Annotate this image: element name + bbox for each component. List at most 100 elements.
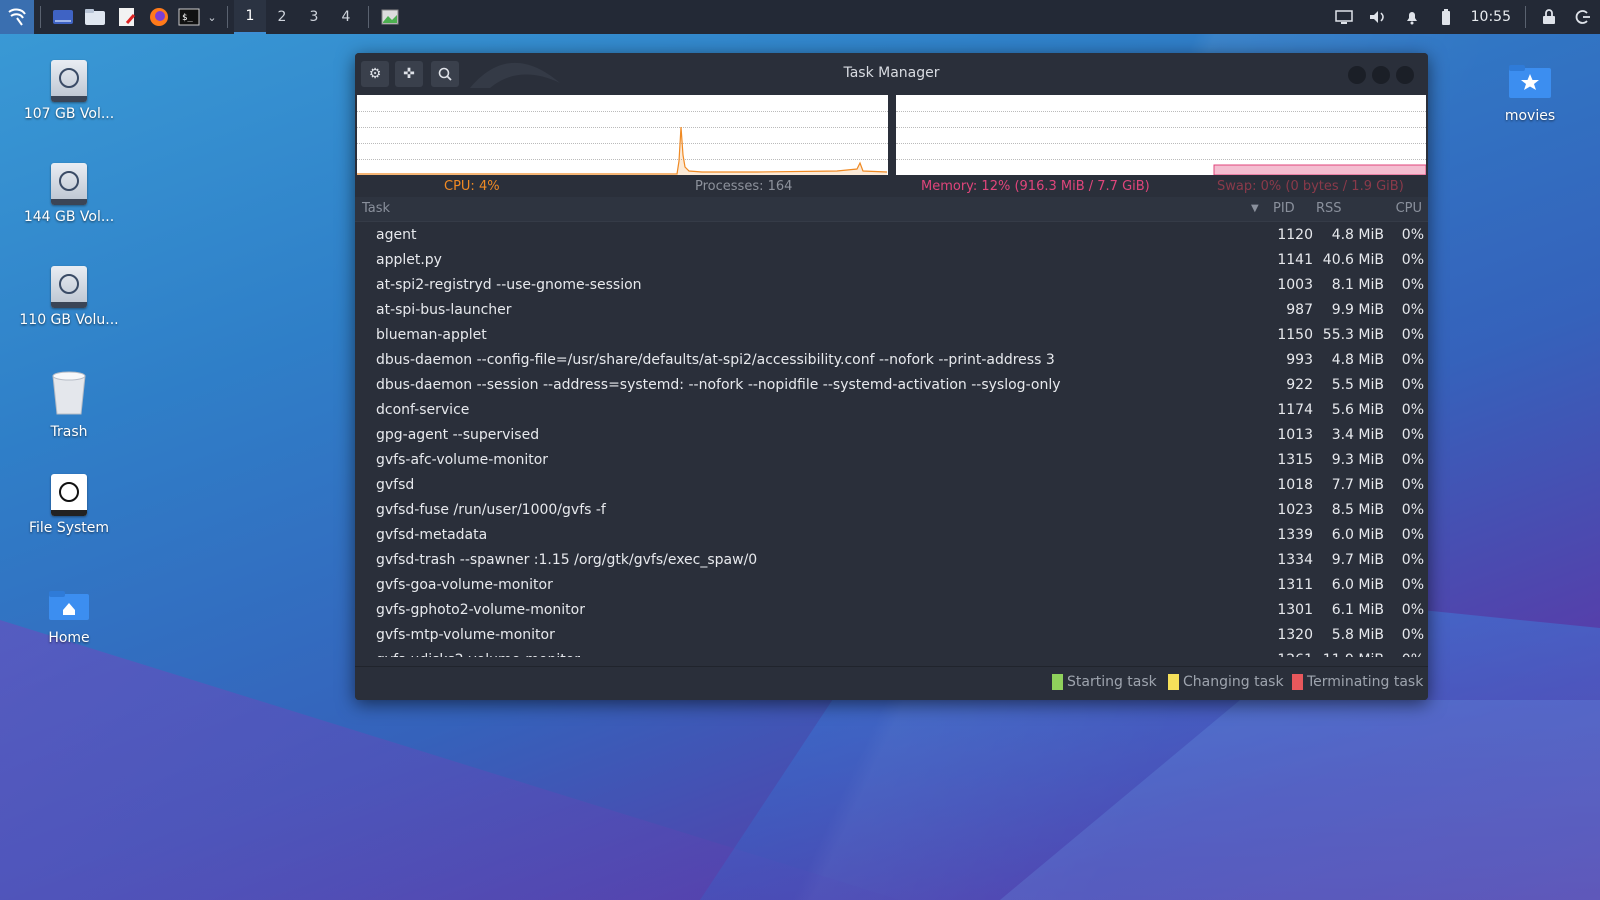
table-row[interactable]: gvfsd-trash --spawner :1.15 /org/gtk/gvf… (355, 548, 1428, 573)
desktop-home[interactable]: Home (14, 588, 124, 646)
rss-cell: 55.3 MiB (1322, 327, 1384, 343)
window-titlebar[interactable]: ⚙ ✜ Task Manager (355, 53, 1428, 95)
table-row[interactable]: gvfsd-fuse /run/user/1000/gvfs -f 1023 8.5… (355, 498, 1428, 523)
volume-icon[interactable] (1361, 0, 1395, 34)
memory-graph (895, 95, 1426, 175)
table-row[interactable]: at-spi-bus-launcher 987 9.9 MiB 0% (355, 298, 1428, 323)
pid-cell: 993 (1286, 352, 1313, 368)
workspace-label: 4 (341, 9, 351, 25)
image-viewer-icon[interactable] (375, 0, 405, 34)
table-row[interactable]: agent 1120 4.8 MiB 0% (355, 223, 1428, 248)
minimize-button[interactable] (1348, 66, 1366, 84)
desktop-movies-folder[interactable]: movies (1475, 62, 1585, 124)
workspace-1[interactable]: 1 (234, 0, 266, 34)
rss-cell: 4.8 MiB (1331, 352, 1384, 368)
pid-cell: 1150 (1277, 327, 1313, 343)
home-folder-icon (49, 591, 89, 620)
cpu-cell: 0% (1401, 352, 1424, 368)
table-row[interactable]: applet.py 1141 40.6 MiB 0% (355, 248, 1428, 273)
table-row[interactable]: dbus-daemon --session --address=systemd:… (355, 373, 1428, 398)
table-row[interactable]: gvfsd 1018 7.7 MiB 0% (355, 473, 1428, 498)
task-cell: blueman-applet (376, 327, 487, 343)
table-row[interactable]: blueman-applet 1150 55.3 MiB 0% (355, 323, 1428, 348)
pid-cell: 1013 (1277, 427, 1313, 443)
file-manager-icon[interactable] (79, 0, 111, 34)
pid-cell: 1339 (1277, 527, 1313, 543)
pid-cell: 1315 (1277, 452, 1313, 468)
sort-chevron-down-icon[interactable]: ▼ (1251, 203, 1259, 214)
cpu-cell: 0% (1401, 502, 1424, 518)
table-row[interactable]: gvfs-gphoto2-volume-monitor 1301 6.1 MiB 0% (355, 598, 1428, 623)
desktop-trash[interactable]: Trash (14, 370, 124, 440)
pid-cell: 1311 (1277, 577, 1313, 593)
memory-graph-area (1213, 164, 1426, 175)
task-cell: dconf-service (376, 402, 470, 418)
pid-cell: 1261 (1277, 652, 1313, 657)
maximize-button[interactable] (1372, 66, 1390, 84)
panel-separator (227, 6, 228, 28)
workspace-label: 2 (277, 9, 287, 25)
close-button[interactable] (1396, 66, 1414, 84)
show-desktop-icon[interactable] (47, 0, 79, 34)
pid-cell: 1141 (1277, 252, 1313, 268)
rss-cell: 9.3 MiB (1331, 452, 1384, 468)
workspace-2[interactable]: 2 (266, 0, 298, 34)
table-row[interactable]: gvfs-mtp-volume-monitor 1320 5.8 MiB 0% (355, 623, 1428, 648)
column-header-pid[interactable]: PID (1273, 201, 1295, 216)
desktop-file-system[interactable]: File System (14, 474, 124, 536)
cpu-cell: 0% (1401, 602, 1424, 618)
rss-cell: 5.6 MiB (1331, 402, 1384, 418)
logout-icon[interactable] (1566, 0, 1600, 34)
rss-cell: 40.6 MiB (1322, 252, 1384, 268)
task-cell: at-spi-bus-launcher (376, 302, 512, 318)
table-row[interactable]: gvfs-goa-volume-monitor 1311 6.0 MiB 0% (355, 573, 1428, 598)
table-row[interactable]: gvfs-afc-volume-monitor 1315 9.3 MiB 0% (355, 448, 1428, 473)
cpu-cell: 0% (1401, 402, 1424, 418)
desktop-icon-label: movies (1504, 108, 1556, 124)
workspace-3[interactable]: 3 (298, 0, 330, 34)
legend-label: Terminating task (1307, 674, 1424, 690)
panel-separator (1525, 6, 1526, 28)
chevron-down-icon[interactable]: ⌄ (203, 0, 221, 34)
task-cell: applet.py (376, 252, 442, 268)
trash-icon (52, 371, 86, 415)
rss-cell: 9.7 MiB (1331, 552, 1384, 568)
table-row[interactable]: dbus-daemon --config-file=/usr/share/def… (355, 348, 1428, 373)
terminal-icon[interactable]: $_ (175, 0, 203, 34)
notification-bell-icon[interactable] (1395, 0, 1429, 34)
rss-cell: 5.8 MiB (1331, 627, 1384, 643)
kali-menu-icon[interactable] (0, 0, 34, 34)
battery-icon[interactable] (1429, 0, 1463, 34)
rss-cell: 6.1 MiB (1331, 602, 1384, 618)
task-cell: gvfsd-metadata (376, 527, 488, 543)
display-icon[interactable] (1327, 0, 1361, 34)
column-header-task[interactable]: Task (362, 201, 390, 216)
table-row[interactable]: gvfs-udisks2-volume-monitor 1261 11.9 MiB 0… (355, 648, 1428, 657)
cpu-graph (357, 95, 888, 175)
desktop-icon-label: Home (48, 630, 90, 646)
table-row[interactable]: gpg-agent --supervised 1013 3.4 MiB 0% (355, 423, 1428, 448)
table-row[interactable]: gvfsd-metadata 1339 6.0 MiB 0% (355, 523, 1428, 548)
desktop-volume-144gb[interactable]: 144 GB Vol... (14, 163, 124, 225)
graphs-area (357, 95, 1426, 175)
legend-terminating: Terminating task (1292, 674, 1423, 690)
workspace-4[interactable]: 4 (330, 0, 362, 34)
top-panel: $_ ⌄ 1 2 3 4 10:55 (0, 0, 1600, 34)
desktop-volume-110gb[interactable]: 110 GB Volu... (14, 266, 124, 328)
process-list[interactable]: agent 1120 4.8 MiB 0% applet.py 1141 40.6 MiB 0… (355, 223, 1428, 657)
panel-separator (368, 6, 369, 28)
text-editor-icon[interactable] (111, 0, 143, 34)
cpu-cell: 0% (1401, 252, 1424, 268)
column-header-cpu[interactable]: CPU (1396, 201, 1422, 216)
table-row[interactable]: at-spi2-registryd --use-gnome-session 100… (355, 273, 1428, 298)
panel-separator (40, 6, 41, 28)
memory-usage-label: Memory: 12% (916.3 MiB / 7.7 GiB) (921, 178, 1150, 194)
lock-icon[interactable] (1532, 0, 1566, 34)
table-row[interactable]: dconf-service 1174 5.6 MiB 0% (355, 398, 1428, 423)
clock[interactable]: 10:55 (1463, 9, 1519, 25)
column-header-rss[interactable]: RSS (1316, 201, 1342, 216)
desktop-volume-107gb[interactable]: 107 GB Vol... (14, 60, 124, 122)
cpu-cell: 0% (1401, 277, 1424, 293)
firefox-icon[interactable] (143, 0, 175, 34)
rss-cell: 6.0 MiB (1331, 527, 1384, 543)
